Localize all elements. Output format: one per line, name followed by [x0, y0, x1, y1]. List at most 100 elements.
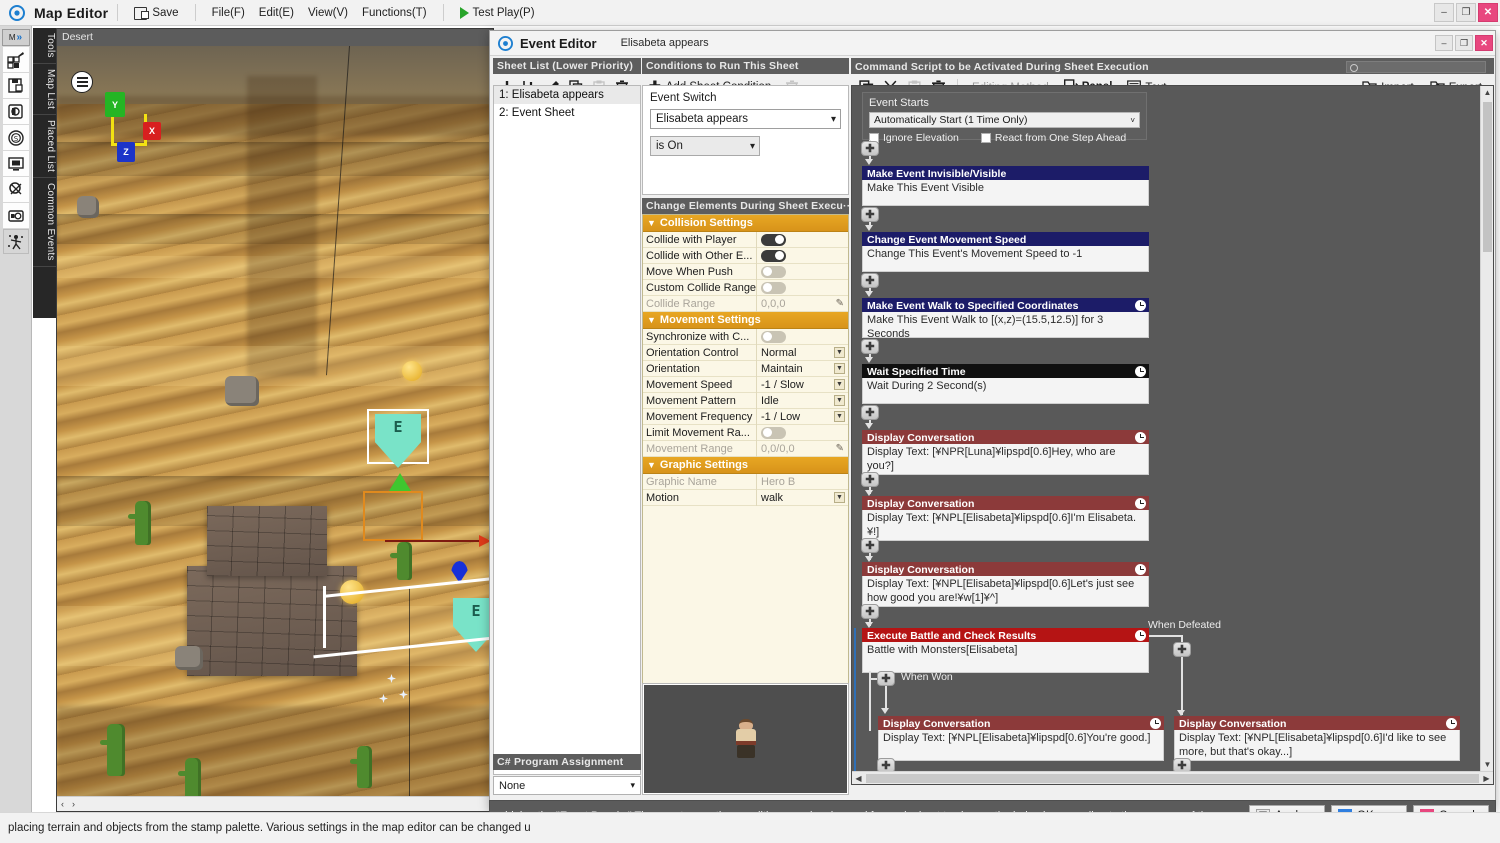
event-panel[interactable]: Wait Specified Time Wait During 2 Second… [862, 364, 1149, 404]
insert-node-button[interactable]: ✚ [861, 339, 879, 354]
menu-view[interactable]: View(V) [301, 4, 355, 22]
property-value[interactable]: -1 / Low ▼ [756, 409, 848, 425]
map-gold-orb[interactable] [402, 361, 422, 381]
scroll-right-icon[interactable]: › [68, 799, 79, 809]
scroll-left-icon[interactable]: ◀ [852, 774, 865, 783]
event-panel-won[interactable]: Display Conversation Display Text: [¥NPL… [878, 716, 1164, 761]
event-panel[interactable]: Make Event Walk to Specified Coordinates… [862, 298, 1149, 338]
chevron-down-icon[interactable]: ▼ [834, 379, 845, 390]
event-panel[interactable]: Display Conversation Display Text: [¥NPR… [862, 430, 1149, 475]
property-row-custom-collide-range[interactable]: Custom Collide Range [643, 280, 848, 296]
react-one-step-ahead-checkbox[interactable]: React from One Step Ahead [981, 132, 1126, 144]
insert-node-button[interactable]: ✚ [861, 405, 879, 420]
maximize-button[interactable]: ❐ [1456, 3, 1476, 22]
property-value[interactable]: Idle ▼ [756, 393, 848, 409]
event-panel[interactable]: Display Conversation Display Text: [¥NPL… [862, 562, 1149, 607]
hamburger-icon[interactable] [71, 71, 93, 93]
screen-icon[interactable] [3, 151, 29, 176]
search-map-icon[interactable] [3, 177, 29, 202]
scroll-right-icon[interactable]: ▶ [1480, 774, 1493, 783]
map-event-marker[interactable]: E [375, 414, 421, 468]
property-group-collision[interactable]: ▼ Collision Settings [643, 215, 848, 232]
insert-node-button[interactable]: ✚ [861, 604, 879, 619]
toggle-switch[interactable] [761, 250, 786, 262]
scroll-up-icon[interactable]: ▲ [1481, 86, 1494, 99]
chevron-down-icon[interactable]: ▼ [834, 492, 845, 503]
insert-node-button[interactable]: ✚ [861, 273, 879, 288]
chevron-down-icon[interactable]: ▼ [834, 347, 845, 358]
scroll-thumb[interactable] [866, 774, 1479, 783]
property-row-limit-movement-range[interactable]: Limit Movement Ra... [643, 425, 848, 441]
switch-state-select[interactable]: is On ▾ [650, 136, 760, 156]
save-map-icon[interactable] [3, 73, 29, 98]
toggle-switch[interactable] [761, 282, 786, 294]
event-panel[interactable]: Display Conversation Display Text: [¥NPL… [862, 496, 1149, 541]
map-arrow-up[interactable] [389, 473, 411, 491]
insert-node-button[interactable]: ✚ [861, 141, 879, 156]
scroll-left-icon[interactable]: ‹ [57, 799, 68, 809]
property-value[interactable] [756, 248, 848, 264]
list-item[interactable]: 2: Event Sheet [494, 104, 640, 122]
property-value[interactable]: Normal ▼ [756, 345, 848, 361]
property-value[interactable] [756, 329, 848, 345]
event-panel-defeated[interactable]: Display Conversation Display Text: [¥NPL… [1174, 716, 1460, 761]
map-event-marker[interactable]: E [453, 598, 493, 652]
property-value[interactable] [756, 264, 848, 280]
ignore-elevation-checkbox[interactable]: Ignore Elevation [869, 132, 959, 144]
chevron-down-icon[interactable]: ▼ [834, 395, 845, 406]
toggle-switch[interactable] [761, 266, 786, 278]
scroll-down-icon[interactable]: ▼ [1481, 758, 1494, 771]
database-icon[interactable] [3, 99, 29, 124]
sidebar-item-common-events[interactable]: Common Events [33, 178, 56, 267]
chevron-down-icon[interactable]: ▼ [834, 411, 845, 422]
property-value[interactable]: Maintain ▼ [756, 361, 848, 377]
event-switch-select[interactable]: Elisabeta appears ▾ [650, 109, 841, 129]
property-value[interactable] [756, 280, 848, 296]
minimize-button[interactable]: – [1434, 3, 1454, 22]
toggle-switch[interactable] [761, 234, 786, 246]
menu-edit[interactable]: Edit(E) [252, 4, 301, 22]
property-value[interactable] [756, 425, 848, 441]
map-3d-canvas[interactable]: E E Y X Z [57, 46, 493, 811]
property-row-movement-pattern[interactable]: Movement Pattern Idle ▼ [643, 393, 848, 409]
menu-file[interactable]: File(F) [205, 4, 252, 22]
map-collide-range-box[interactable] [363, 491, 423, 541]
sidebar-item-tools[interactable]: Tools [33, 28, 56, 64]
property-row-move-when-push[interactable]: Move When Push [643, 264, 848, 280]
animation-icon[interactable] [3, 229, 29, 254]
property-group-movement[interactable]: ▼ Movement Settings [643, 312, 848, 329]
command-script-canvas[interactable]: Event Starts Automatically Start (1 Time… [851, 85, 1494, 785]
event-editor-maximize-button[interactable]: ❐ [1455, 35, 1473, 51]
property-row-movement-frequency[interactable]: Movement Frequency -1 / Low ▼ [643, 409, 848, 425]
property-value[interactable]: walk ▼ [756, 490, 848, 506]
property-row-collide-with-other-events[interactable]: Collide with Other E... [643, 248, 848, 264]
currency-icon[interactable]: S [3, 125, 29, 150]
insert-node-button[interactable]: ✚ [1173, 642, 1191, 657]
csharp-assignment-select[interactable]: None ▾ [493, 776, 641, 795]
insert-node-button[interactable]: ✚ [877, 671, 895, 686]
property-group-graphic[interactable]: ▼ Graphic Settings [643, 457, 848, 474]
event-panel[interactable]: Change Event Movement Speed Change This … [862, 232, 1149, 272]
rail-collapse-button[interactable]: M » [2, 29, 30, 46]
insert-node-button[interactable]: ✚ [861, 538, 879, 553]
insert-node-button[interactable]: ✚ [861, 472, 879, 487]
property-row-movement-speed[interactable]: Movement Speed -1 / Slow ▼ [643, 377, 848, 393]
map-horizontal-scrollbar[interactable]: ‹ › [57, 796, 493, 811]
map-axis-gizmo[interactable]: Y X Z [99, 86, 179, 166]
save-button[interactable]: Save [127, 3, 185, 23]
device-icon[interactable] [3, 203, 29, 228]
map-arrow-x-axis[interactable] [385, 540, 480, 542]
command-script-horizontal-scrollbar[interactable]: ◀ ▶ [852, 771, 1493, 784]
property-row-orientation[interactable]: Orientation Maintain ▼ [643, 361, 848, 377]
event-panel[interactable]: Make Event Invisible/Visible Make This E… [862, 166, 1149, 206]
event-trigger-select[interactable]: Automatically Start (1 Time Only) ˅ [869, 112, 1140, 128]
event-panel-battle[interactable]: Execute Battle and Check Results Battle … [862, 628, 1149, 673]
chevron-down-icon[interactable]: ▼ [834, 363, 845, 374]
insert-node-button[interactable]: ✚ [861, 207, 879, 222]
sheet-list-box[interactable]: 1: Elisabeta appears 2: Event Sheet [493, 85, 641, 775]
sidebar-item-map-list[interactable]: Map List [33, 64, 56, 115]
stamp-palette-icon[interactable] [3, 47, 29, 72]
command-script-vertical-scrollbar[interactable]: ▲ ▼ [1480, 86, 1493, 784]
toggle-switch[interactable] [761, 427, 786, 439]
close-button[interactable]: ✕ [1478, 3, 1498, 22]
